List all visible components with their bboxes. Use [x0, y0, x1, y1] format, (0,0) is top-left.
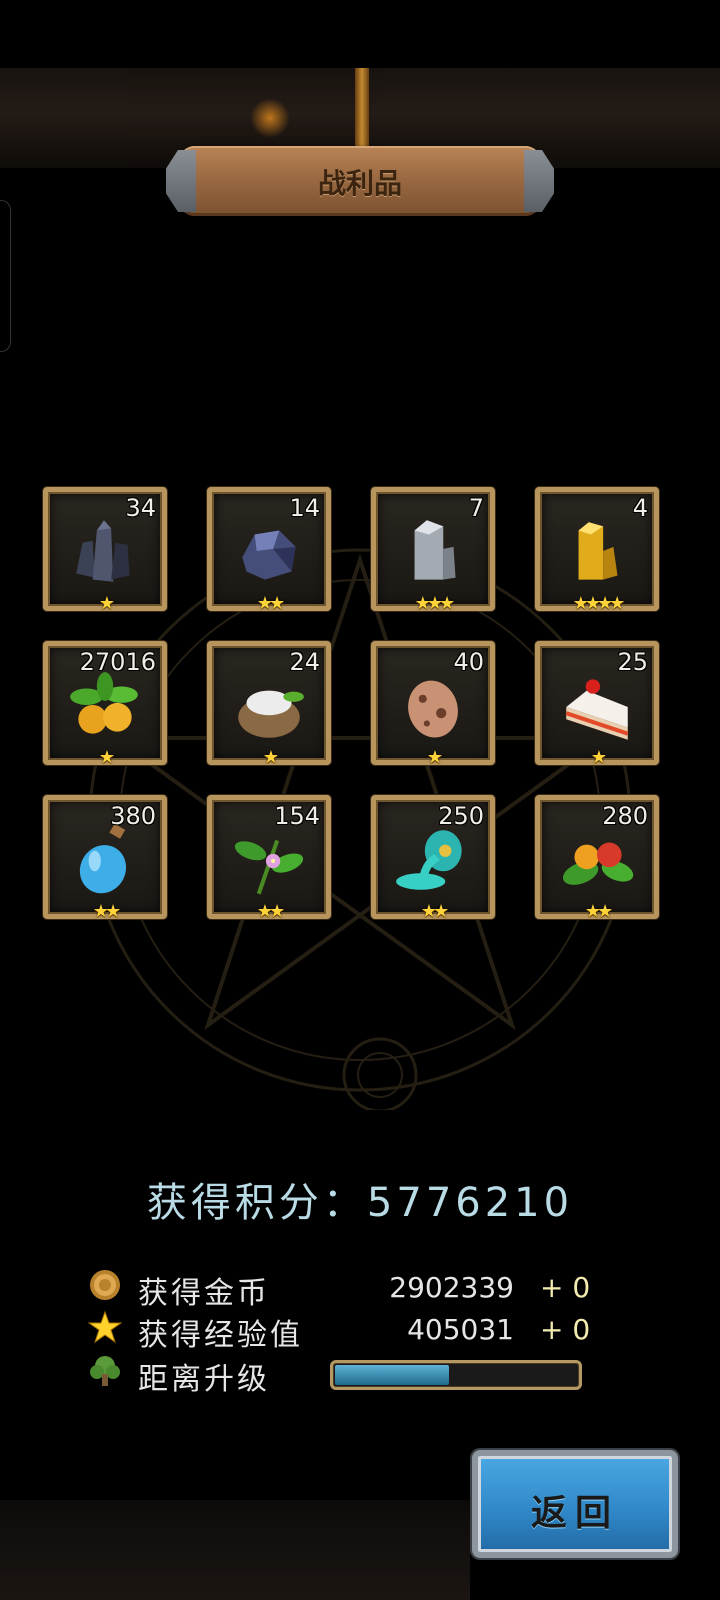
- item-count: 380: [110, 802, 156, 830]
- rarity-stars: ★★: [92, 901, 121, 922]
- score-value: 5776210: [366, 1180, 574, 1226]
- reward-slot[interactable]: 154 ★★: [207, 795, 331, 922]
- reward-slot[interactable]: 40 ★: [371, 641, 495, 768]
- gold-bonus: + 0: [540, 1271, 591, 1304]
- item-count: 24: [289, 648, 320, 676]
- rarity-stars: ★: [590, 747, 607, 768]
- reward-grid: 34 ★ 14 ★★ 7 ★★★ 4 ★★★★ 27016 ★ 24 ★ 40 …: [43, 487, 663, 927]
- reward-slot[interactable]: 380 ★★: [43, 795, 167, 922]
- score-summary: 获得积分：5776210: [0, 1170, 720, 1228]
- back-button[interactable]: 返回: [472, 1450, 678, 1558]
- gold-crystal-icon: [578, 522, 618, 580]
- rarity-stars: ★★★★: [572, 593, 626, 614]
- rarity-stars: ★: [98, 747, 115, 768]
- gold-value: 2902339: [389, 1271, 514, 1304]
- level-progress-bar: [330, 1360, 582, 1390]
- exp-label: 获得经验值: [138, 1318, 303, 1353]
- reward-slot[interactable]: 7 ★★★: [371, 487, 495, 614]
- exp-bonus: + 0: [540, 1313, 591, 1346]
- score-label: 获得积分：: [146, 1180, 367, 1226]
- silver-crystal-icon: [414, 520, 456, 580]
- spotted-egg-icon: [408, 680, 458, 738]
- rarity-stars: ★★: [256, 593, 285, 614]
- rarity-stars: ★★: [420, 901, 449, 922]
- bottom-scene-decoration: [0, 1500, 470, 1600]
- title-banner: 战利品: [166, 146, 554, 216]
- herb-flower-icon: [234, 839, 304, 895]
- item-count: 250: [438, 802, 484, 830]
- gold-coin-icon: [90, 1270, 120, 1300]
- item-count: 7: [468, 494, 484, 522]
- rarity-stars: ★★: [256, 901, 285, 922]
- reward-slot[interactable]: 250 ★★: [371, 795, 495, 922]
- berry-leaf-icon: [562, 842, 634, 885]
- exp-value: 405031: [407, 1313, 514, 1346]
- level-label: 距离升级: [138, 1362, 270, 1397]
- flour-sack-icon: [238, 690, 304, 738]
- reward-slot[interactable]: 24 ★: [207, 641, 331, 768]
- item-count: 4: [632, 494, 648, 522]
- rarity-stars: ★: [426, 747, 443, 768]
- reward-slot[interactable]: 14 ★★: [207, 487, 331, 614]
- page-title: 战利品: [317, 167, 402, 200]
- potion-bottle-icon: [79, 823, 127, 894]
- molten-pipe-decoration: [355, 68, 369, 148]
- reward-slot[interactable]: 27016 ★: [43, 641, 167, 768]
- star-icon: [88, 1310, 122, 1344]
- lantern-glow-decoration: [250, 98, 290, 138]
- item-count: 14: [289, 494, 320, 522]
- golden-fruit-plant-icon: [70, 672, 138, 734]
- item-count: 25: [617, 648, 648, 676]
- rarity-stars: ★★★: [414, 593, 455, 614]
- item-count: 154: [274, 802, 320, 830]
- dark-ore-icon: [242, 530, 296, 580]
- reward-slot[interactable]: 25 ★: [535, 641, 659, 768]
- reward-slot[interactable]: 34 ★: [43, 487, 167, 614]
- rarity-stars: ★★: [584, 901, 613, 922]
- dark-crystal-icon: [76, 520, 130, 582]
- reward-slot[interactable]: 280 ★★: [535, 795, 659, 922]
- rarity-stars: ★: [98, 593, 115, 614]
- level-progress-fill: [335, 1365, 450, 1385]
- rarity-stars: ★: [262, 747, 279, 768]
- gold-label: 获得金币: [138, 1276, 270, 1311]
- back-button-label: 返回: [530, 1493, 619, 1534]
- item-count: 27016: [79, 648, 156, 676]
- item-count: 34: [125, 494, 156, 522]
- exp-row: 获得经验值 405031 + 0: [88, 1308, 608, 1353]
- item-count: 280: [602, 802, 648, 830]
- reward-slot[interactable]: 4 ★★★★: [535, 487, 659, 614]
- item-count: 40: [453, 648, 484, 676]
- cake-slice-icon: [565, 679, 629, 740]
- gold-row: 获得金币 2902339 + 0: [88, 1266, 608, 1311]
- side-edge-tab: [0, 200, 11, 352]
- slime-jar-icon: [396, 830, 462, 890]
- tree-icon: [90, 1356, 120, 1386]
